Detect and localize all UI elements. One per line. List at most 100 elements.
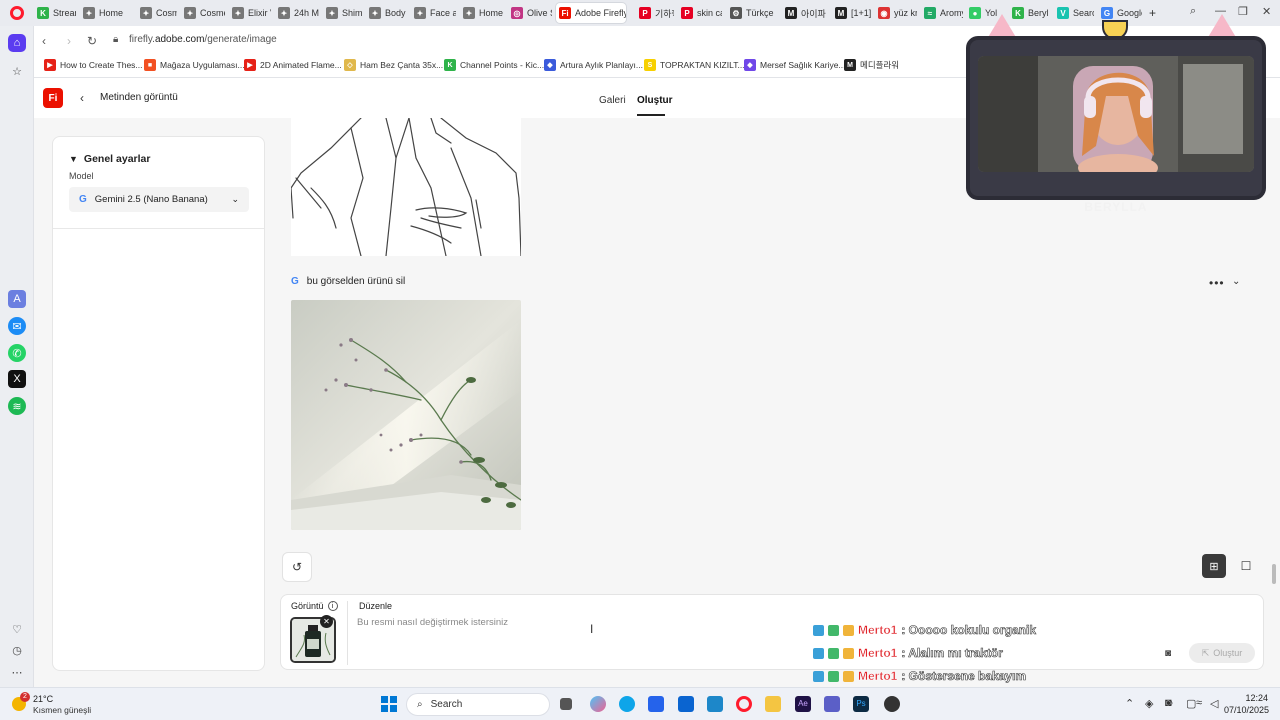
tab-favicon-icon: ✦ (140, 7, 152, 19)
wifi-icon[interactable]: ≈ (1196, 697, 1202, 709)
tab-item[interactable]: ✦ Cosme (181, 3, 225, 23)
tab-item[interactable]: P 기하학 (636, 3, 674, 23)
url-path: /generate/image (204, 34, 277, 45)
bookmark-label: 메디플라워 (860, 60, 900, 70)
url-field[interactable]: firefly.adobe.com/generate/image (129, 34, 277, 45)
bookmark-item[interactable]: K Channel Points - Kic... (444, 59, 544, 71)
camera-icon[interactable]: ◙ (1165, 648, 1171, 659)
tab-item[interactable]: Pskin ca (678, 3, 722, 23)
grid-view-button[interactable]: ⊞ (1202, 554, 1226, 578)
tab-item[interactable]: ✦ Home (80, 3, 132, 23)
tab-item[interactable]: ✦ Elixir V (229, 3, 271, 23)
bookmark-label: How to Create Thes... (60, 60, 143, 70)
tab-item[interactable]: K Stream (34, 3, 76, 23)
photoshop-icon[interactable]: Ps (853, 696, 869, 712)
scrollbar[interactable] (1272, 564, 1276, 584)
single-view-button[interactable]: ☐ (1234, 554, 1258, 578)
davinci-icon[interactable] (884, 696, 900, 712)
remove-image-icon[interactable]: ✕ (320, 615, 333, 628)
bookmark-item[interactable]: ▶ How to Create Thes... (44, 59, 143, 71)
grid-icon: ⊞ (1209, 560, 1219, 573)
clock-time[interactable]: 12:24 (1230, 693, 1268, 703)
bookmark-item[interactable]: M 메디플라워 (844, 59, 899, 71)
chat-message: Merto1: Alalım mı traktör (813, 646, 1003, 660)
whatsapp-icon[interactable]: ✆ (8, 344, 26, 362)
back-arrow-icon[interactable]: ‹ (42, 34, 46, 48)
bookmark-item[interactable]: ■ Mağaza Uygulaması... (144, 59, 245, 71)
remote-desktop-icon[interactable] (707, 696, 723, 712)
model-select[interactable]: G Gemini 2.5 (Nano Banana) ⌄ (69, 187, 249, 212)
store-icon[interactable] (648, 696, 664, 712)
heart-icon[interactable]: ♡ (8, 620, 26, 638)
generated-image-sketch[interactable] (291, 118, 521, 256)
generate-button[interactable]: ⇱ Oluştur (1189, 643, 1255, 663)
bookmark-item[interactable]: ◆ Artura Aylık Planlayı... (544, 59, 643, 71)
opera-sidebar: ⌂ ☆ A ✉ ✆ X ≋ ♡ ◷ ⋯ (0, 26, 34, 687)
tab-item[interactable]: ◉ yüz kre (875, 3, 917, 23)
home-icon[interactable]: ⌂ (8, 34, 26, 52)
history-clock-icon[interactable]: ◷ (8, 641, 26, 659)
tab-item[interactable]: ✦ Home (460, 3, 504, 23)
tab-item[interactable]: ≈ Aromy (921, 3, 963, 23)
bookmark-item[interactable]: ◆ Mersef Sağlık Kariye... (744, 59, 846, 71)
tab-gallery[interactable]: Galeri (599, 95, 626, 106)
task-view-icon[interactable] (560, 698, 572, 710)
clock-date[interactable]: 07/10/2025 (1224, 705, 1269, 715)
panel-divider (53, 228, 264, 229)
messenger-icon[interactable]: ✉ (8, 317, 26, 335)
spotify-icon[interactable]: ≋ (8, 397, 26, 415)
reload-icon[interactable]: ↻ (87, 34, 97, 48)
back-chevron-icon[interactable]: ‹ (80, 91, 84, 105)
generated-image-photo[interactable] (291, 300, 521, 530)
chat-badge-icon (828, 647, 839, 659)
more-dots-icon[interactable]: ⋯ (8, 663, 26, 681)
tab-item[interactable]: M [1+1] (832, 3, 872, 23)
mic-icon[interactable]: ♪ (1168, 697, 1174, 709)
general-settings-toggle[interactable]: ▼ Genel ayarlar (69, 153, 150, 165)
tab-item[interactable]: M 아이파 (782, 3, 828, 23)
firefly-logo[interactable]: Fi (43, 88, 63, 108)
bookmark-favicon-icon: M (844, 59, 856, 71)
info-icon[interactable]: i (327, 601, 338, 611)
forward-arrow-icon[interactable]: › (67, 34, 71, 48)
bookmark-item[interactable]: ▶ 2D Animated Flame... (244, 59, 342, 71)
chevron-down-icon[interactable]: ⌄ (1232, 276, 1240, 287)
windows-start-icon[interactable] (381, 696, 397, 712)
aria-icon[interactable]: A (8, 290, 26, 308)
opera-logo-icon[interactable] (10, 6, 24, 20)
tab-label: skin ca (697, 8, 722, 18)
tab-item[interactable]: ✦ 24h M (275, 3, 319, 23)
webcam-scene (978, 56, 1254, 172)
tray-chevron-up-icon[interactable]: ⌃ (1125, 697, 1134, 710)
tray-app-icon[interactable]: ◈ (1145, 697, 1153, 710)
outlook-icon[interactable] (678, 696, 694, 712)
star-icon[interactable]: ☆ (8, 62, 26, 80)
tab-item[interactable]: ⚙ Türkçe (727, 3, 775, 23)
edge-icon[interactable] (619, 696, 635, 712)
tab-item[interactable]: ✦ Face ar (411, 3, 456, 23)
tab-item[interactable]: ◎ Olive S (508, 3, 552, 23)
url-domain: adobe.com (154, 34, 205, 45)
more-options-button[interactable]: ••• (1209, 276, 1225, 290)
x-icon[interactable]: X (8, 370, 26, 388)
tab-item[interactable]: ✦ Shimm (323, 3, 363, 23)
composer-divider (347, 601, 348, 665)
copilot-icon[interactable] (590, 696, 606, 712)
taskbar-search[interactable]: ⌕ Search (406, 693, 550, 716)
chat-bubble-icon[interactable]: ▢ (1186, 697, 1196, 710)
tab-favicon-icon: ✦ (232, 7, 244, 19)
bookmark-item[interactable]: ◇ Ham Bez Çanta 35x... (344, 59, 443, 71)
after-effects-icon[interactable]: Ae (795, 696, 811, 712)
tab-item[interactable]: ✦ Cosme (137, 3, 177, 23)
tab-item[interactable]: ✦ Body S (366, 3, 407, 23)
tab-create[interactable]: Oluştur (637, 95, 673, 106)
opera-taskbar-icon[interactable] (736, 696, 752, 712)
tab-favicon-icon: ✦ (83, 7, 95, 19)
prompt-input[interactable] (357, 613, 877, 631)
tab-item[interactable]: Fi Adobe Firefly (556, 3, 626, 23)
teams-icon[interactable] (824, 696, 840, 712)
history-button[interactable]: ↺ (282, 552, 312, 582)
file-explorer-icon[interactable] (765, 696, 781, 712)
bookmark-item[interactable]: S TOPRAKTAN KIZILT... (644, 59, 745, 71)
volume-icon[interactable]: ◁ (1210, 697, 1218, 710)
